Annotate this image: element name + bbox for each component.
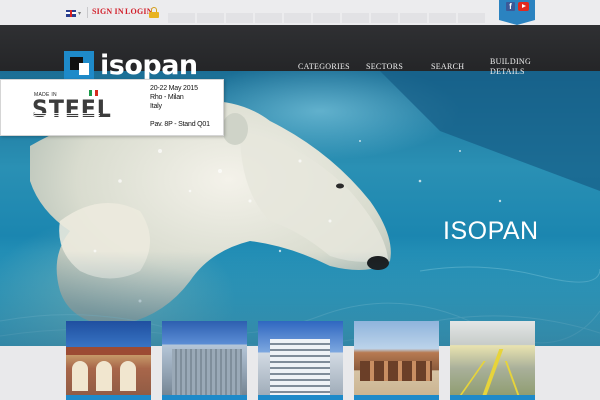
chevron-down-icon: ▾ [78, 10, 82, 17]
thumbnail-arched-building[interactable] [66, 321, 151, 400]
steel-logo-stripes [34, 113, 100, 123]
uk-flag-icon [66, 9, 76, 17]
topbar-segment [168, 13, 195, 23]
language-selector[interactable]: ▾ [66, 8, 86, 18]
topbar-segment [342, 13, 369, 23]
isopan-logo-icon[interactable] [64, 51, 94, 81]
topbar-segment [371, 13, 398, 23]
topbar-segment [429, 13, 456, 23]
topbar-segment [400, 13, 427, 23]
topbar-segment [197, 13, 224, 23]
nav-item-building-details[interactable]: BUILDING DETAILS [490, 57, 531, 77]
hero-title: ISOPAN [443, 217, 539, 245]
nav-item-label: BUILDING [490, 57, 532, 66]
topbar-segment [313, 13, 340, 23]
event-dates: 20-22 May 2015 [150, 85, 198, 92]
brand-logo[interactable]: isopan [100, 51, 198, 81]
thumbnail-caption-bar [450, 395, 535, 400]
thumbnail-industrial-hall[interactable] [450, 321, 535, 400]
thumbnail-grey-warehouse[interactable] [162, 321, 247, 400]
event-booth: Pav. 8P - Stand Q01 [150, 121, 210, 128]
event-country: Italy [150, 103, 162, 110]
topbar-segment [226, 13, 253, 23]
divider [87, 7, 88, 18]
nav-item-label: DETAILS [490, 67, 525, 76]
social-tab [499, 0, 535, 25]
nav-item-search[interactable]: SEARCH [431, 62, 464, 72]
thumbnail-brick-barn[interactable] [354, 321, 439, 400]
thumbnail-caption-bar [258, 395, 343, 400]
thumbnail-caption-bar [162, 395, 247, 400]
nav-item-sectors[interactable]: SECTORS [366, 62, 403, 72]
sign-in-link[interactable]: SIGN IN [92, 7, 124, 16]
topbar-segment [255, 13, 282, 23]
topbar-segment [458, 13, 485, 23]
youtube-icon[interactable] [518, 2, 529, 11]
nav-item-categories[interactable]: CATEGORIES [298, 62, 350, 72]
topbar-segment [284, 13, 311, 23]
thumbnail-caption-bar [66, 395, 151, 400]
facebook-icon[interactable]: f [506, 2, 515, 11]
lock-icon[interactable] [149, 7, 159, 18]
thumbnail-caption-bar [354, 395, 439, 400]
event-city: Rho - Milan [150, 94, 184, 101]
thumbnail-striped-office[interactable] [258, 321, 343, 400]
